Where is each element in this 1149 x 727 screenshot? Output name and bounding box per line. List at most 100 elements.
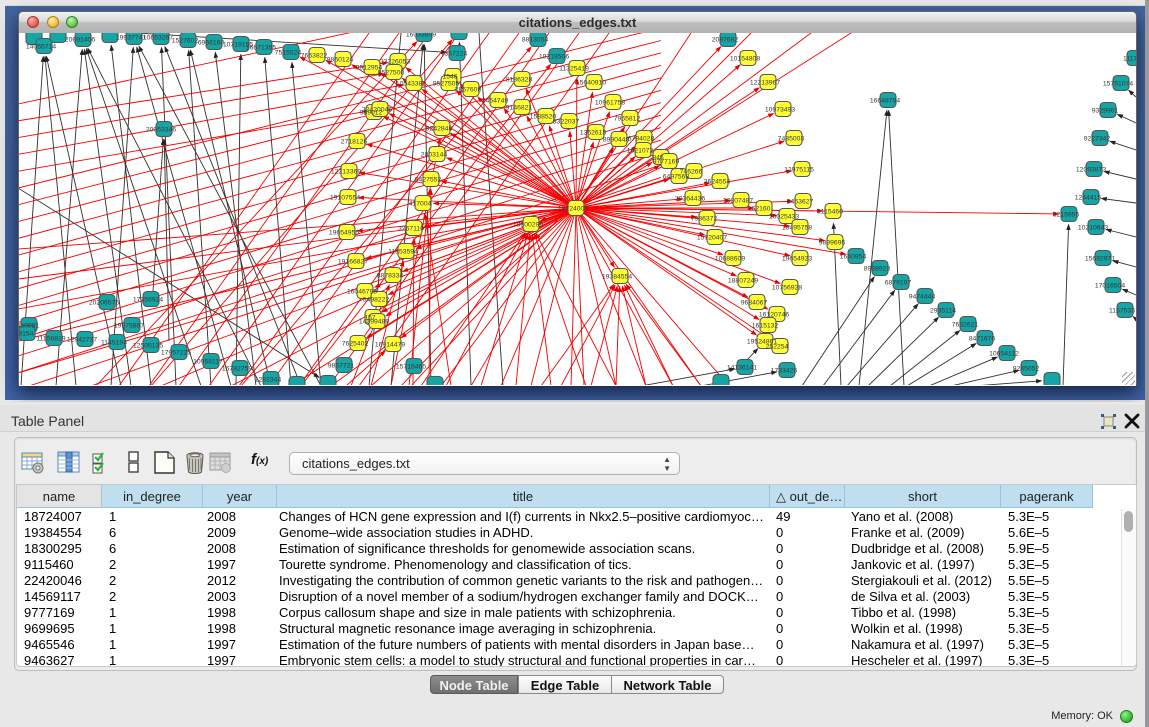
- svg-text:6879197: 6879197: [885, 280, 912, 287]
- svg-text:15751074: 15751074: [1103, 81, 1133, 88]
- svg-text:20691406: 20691406: [65, 37, 95, 44]
- svg-text:14055714: 14055714: [26, 44, 56, 51]
- svg-text:9777169: 9777169: [653, 159, 680, 166]
- svg-text:11156819: 11156819: [36, 336, 65, 343]
- svg-text:19107554: 19107554: [330, 195, 360, 202]
- svg-text:8427552: 8427552: [415, 177, 442, 184]
- svg-text:1546: 1546: [442, 74, 457, 81]
- svg-text:7663822: 7663822: [301, 53, 328, 60]
- svg-text:17016504: 17016504: [1095, 283, 1125, 290]
- svg-text:20053346: 20053346: [146, 127, 176, 134]
- svg-text:15692971: 15692971: [1085, 256, 1115, 263]
- svg-text:8322037: 8322037: [553, 119, 580, 126]
- svg-text:7357224: 7357224: [441, 51, 468, 58]
- svg-text:2087682: 2087682: [712, 37, 739, 44]
- svg-text:7485003: 7485003: [778, 136, 805, 143]
- svg-text:22420046: 22420046: [362, 107, 392, 114]
- svg-text:16120746: 16120746: [759, 312, 789, 319]
- svg-text:1362615: 1362615: [580, 130, 607, 137]
- svg-text:12213369: 12213369: [331, 169, 361, 176]
- svg-text:8938923: 8938923: [864, 266, 891, 273]
- svg-text:8990448: 8990448: [603, 137, 630, 144]
- svg-text:16671355: 16671355: [246, 45, 276, 52]
- svg-text:8186328: 8186328: [506, 77, 533, 84]
- svg-text:417004: 417004: [409, 201, 432, 208]
- svg-text:19384554: 19384554: [602, 274, 632, 281]
- svg-text:62160: 62160: [752, 206, 771, 213]
- svg-text:19654955: 19654955: [329, 230, 359, 237]
- svg-text:7986372: 7986372: [691, 216, 718, 223]
- svg-text:7955812: 7955812: [614, 116, 641, 123]
- svg-text:6966160: 6966160: [198, 40, 225, 47]
- svg-text:15640910: 15640910: [576, 80, 606, 87]
- svg-text:1733426: 1733426: [771, 368, 798, 375]
- svg-text:11353594: 11353594: [388, 249, 418, 256]
- svg-text:15718465: 15718465: [396, 364, 426, 371]
- svg-text:746266: 746266: [680, 169, 703, 176]
- svg-text:1167533: 1167533: [1109, 308, 1135, 315]
- svg-text:9527500: 9527500: [378, 70, 405, 77]
- svg-text:10973493: 10973493: [765, 107, 795, 114]
- svg-text:10543382: 10543382: [396, 81, 426, 88]
- svg-text:9857721: 9857721: [328, 363, 355, 370]
- svg-text:18300295: 18300295: [513, 222, 543, 229]
- svg-text:15720407: 15720407: [697, 235, 727, 242]
- svg-text:20206575: 20206575: [89, 300, 119, 307]
- svg-text:19975867: 19975867: [114, 323, 144, 330]
- svg-text:2867608: 2867608: [455, 87, 482, 94]
- svg-text:11325419: 11325419: [559, 66, 589, 73]
- svg-text:16914479: 16914479: [375, 342, 405, 349]
- svg-text:19218506: 19218506: [539, 54, 569, 61]
- svg-text:8471676: 8471676: [969, 336, 996, 343]
- svg-text:16648784: 16648784: [870, 98, 900, 105]
- svg-text:10958117: 10958117: [193, 359, 223, 366]
- svg-text:10756928: 10756928: [772, 285, 802, 292]
- svg-text:1621072: 1621072: [627, 148, 654, 155]
- svg-text:9463627: 9463627: [787, 199, 814, 206]
- svg-text:10654112: 10654112: [989, 351, 1019, 358]
- svg-text:1244415: 1244415: [1075, 195, 1102, 202]
- svg-text:10961758: 10961758: [595, 100, 625, 107]
- svg-text:1615132: 1615132: [752, 323, 779, 330]
- svg-text:7625402: 7625402: [342, 341, 369, 348]
- svg-text:18724007: 18724007: [558, 206, 588, 213]
- svg-text:10025433: 10025433: [769, 214, 799, 221]
- svg-text:3498222: 3498222: [363, 297, 390, 304]
- svg-text:16782759: 16782759: [222, 366, 252, 373]
- svg-text:1292344: 1292344: [255, 377, 282, 384]
- svg-text:12942737: 12942737: [67, 337, 97, 344]
- svg-text:3215955: 3215955: [1053, 212, 1080, 219]
- svg-text:12213967: 12213967: [750, 80, 780, 87]
- svg-text:23226053: 23226053: [380, 59, 410, 66]
- svg-text:10653267: 10653267: [143, 35, 173, 42]
- svg-text:16046798: 16046798: [347, 289, 377, 296]
- svg-text:9242848: 9242848: [426, 126, 453, 133]
- svg-text:8813054: 8813054: [522, 37, 549, 44]
- svg-text:16033809: 16033809: [406, 33, 436, 39]
- svg-text:12975115: 12975115: [784, 167, 814, 174]
- svg-text:9245052: 9245052: [1013, 366, 1040, 373]
- svg-text:10154808: 10154808: [730, 56, 760, 63]
- svg-text:9146821: 9146821: [506, 105, 533, 112]
- svg-text:9684067: 9684067: [741, 300, 768, 307]
- svg-text:11175: 11175: [1123, 56, 1136, 63]
- svg-text:1527602: 1527602: [172, 38, 199, 45]
- svg-text:18807249: 18807249: [728, 278, 758, 285]
- svg-text:17359924: 17359924: [133, 297, 163, 304]
- svg-text:9860124: 9860124: [327, 57, 354, 64]
- svg-text:7632621: 7632621: [952, 322, 979, 329]
- svg-text:19166827: 19166827: [338, 259, 368, 266]
- svg-text:9474444: 9474444: [909, 294, 936, 301]
- svg-text:8454749: 8454749: [482, 98, 509, 105]
- svg-text:3624554: 3624554: [704, 179, 731, 186]
- svg-text:10688609: 10688609: [715, 256, 745, 263]
- svg-text:14136141: 14136141: [727, 365, 757, 372]
- svg-text:12505135: 12505135: [133, 343, 163, 350]
- svg-text:20364436: 20364436: [675, 196, 705, 203]
- svg-text:18495758: 18495758: [782, 225, 812, 232]
- svg-text:9115460: 9115460: [817, 209, 843, 216]
- svg-text:9227342: 9227342: [1084, 136, 1111, 143]
- svg-text:9329961: 9329961: [1092, 108, 1119, 115]
- svg-text:10210643: 10210643: [1078, 225, 1108, 232]
- svg-text:8878334: 8878334: [377, 273, 404, 280]
